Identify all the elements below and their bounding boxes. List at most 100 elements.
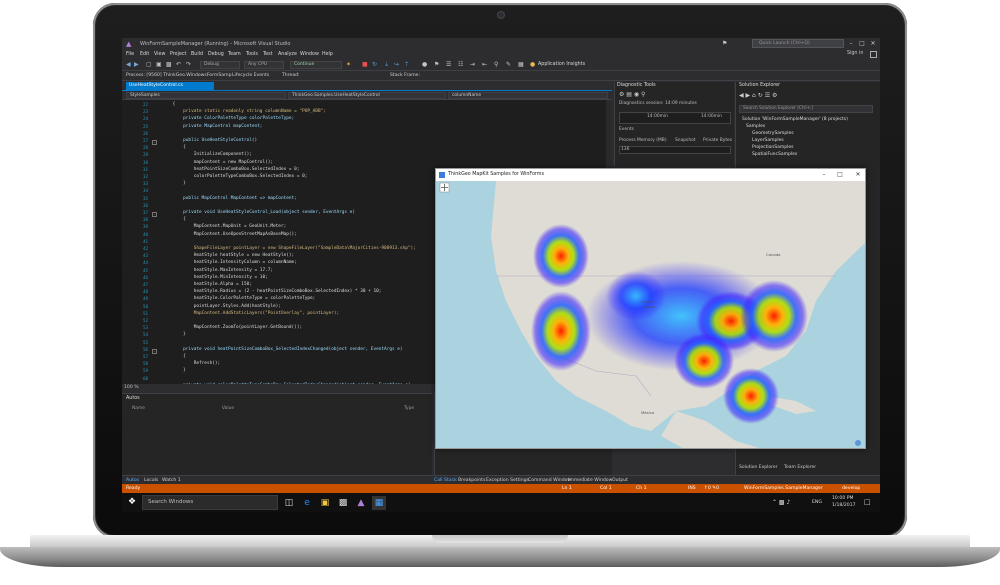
map-minimize-icon[interactable]: – (818, 170, 830, 180)
configuration-select[interactable]: Debug (200, 61, 240, 69)
heat-map-svg[interactable]: United States México Canada (436, 181, 866, 449)
step-over-icon[interactable]: ↪ (394, 61, 399, 69)
member-nav-select[interactable]: columnName (448, 92, 608, 99)
open-folder-icon[interactable]: ▣ (156, 61, 162, 69)
quick-launch-input[interactable]: Quick Launch (Ctrl+Q) (752, 39, 844, 48)
fold-toggle-icon[interactable]: - (152, 140, 157, 145)
menu-team[interactable]: Team (228, 50, 241, 59)
code-line[interactable]: heatStyle.ColorPaletteType = colorPalett… (162, 295, 316, 302)
code-line[interactable]: private MapControl mapContent; (162, 123, 262, 130)
tab-team-explorer[interactable]: Team Explorer (784, 464, 816, 472)
step-out-icon[interactable]: ⇡ (404, 61, 409, 69)
windows-start-icon[interactable]: ❖ (128, 497, 138, 507)
back-icon[interactable]: ◀ (126, 61, 131, 69)
map-sample-taskbar-icon[interactable]: ▦ (372, 496, 386, 510)
bookmark-icon[interactable]: ⚑ (434, 61, 439, 69)
code-line[interactable]: } (162, 367, 186, 374)
indent-icon[interactable]: ⇥ (470, 61, 475, 69)
tree-item-samples[interactable]: Samples (746, 123, 765, 130)
menu-view[interactable]: View (154, 50, 165, 59)
tree-item-layer[interactable]: LayerSamples (752, 137, 784, 144)
code-line[interactable]: private ColorPaletteType colorPaletteTyp… (162, 115, 294, 122)
visual-studio-taskbar-icon[interactable]: ▲ (354, 496, 368, 510)
code-line[interactable]: } (162, 331, 186, 338)
process-select[interactable]: Process: [9560] ThinkGeo.WindowsFormSamp (126, 72, 232, 80)
code-line[interactable]: Refresh(); (162, 360, 220, 367)
save-icon[interactable]: ▩ (166, 61, 172, 69)
menu-analyze[interactable]: Analyze (278, 50, 297, 59)
autos-column-name[interactable]: Name (132, 406, 145, 411)
task-view-icon[interactable]: ◫ (282, 496, 296, 510)
code-line[interactable]: MapContent.ZoomTo(pointLayer.GetBound())… (162, 324, 302, 331)
code-line[interactable]: private void colorPaletteTypeComboBox_Se… (162, 382, 410, 384)
outdent-icon[interactable]: ⇤ (482, 61, 487, 69)
project-nav-select[interactable]: StyleSamples (126, 92, 286, 99)
sign-in-link[interactable]: Sign in (847, 51, 863, 56)
status-solution[interactable]: WinFormSamples.SampleManager (744, 484, 823, 493)
autos-column-value[interactable]: Value (222, 406, 234, 411)
code-line[interactable]: ShapeFileLayer pointLayer = new ShapeFil… (162, 245, 416, 252)
platform-select[interactable]: Any CPU (244, 61, 284, 69)
menu-build[interactable]: Build (191, 50, 203, 59)
tab-solution-explorer[interactable]: Solution Explorer (739, 464, 778, 472)
account-icon[interactable] (870, 51, 877, 58)
code-line[interactable]: heatStyle.Radius = (2 - heatPointSizeCom… (162, 288, 382, 295)
lifecycle-events-select[interactable]: Lifecycle Events (232, 72, 269, 80)
format-icon[interactable]: ✎ (506, 61, 511, 69)
menu-file[interactable]: File (126, 50, 134, 59)
application-insights-button[interactable]: Application Insights (538, 61, 585, 69)
undo-icon[interactable]: ↶ (176, 61, 181, 69)
minimize-icon[interactable]: – (846, 39, 856, 48)
close-icon[interactable]: ✕ (868, 39, 878, 48)
fold-toggle-icon[interactable]: - (152, 349, 157, 354)
new-file-icon[interactable]: ▢ (146, 61, 152, 69)
find-icon[interactable]: ⚲ (494, 61, 498, 69)
diag-process-memory[interactable]: Process Memory (MB) (619, 138, 667, 143)
menu-debug[interactable]: Debug (208, 50, 224, 59)
fold-toggle-icon[interactable]: - (152, 212, 157, 217)
sol-toolbar-icons[interactable]: ◀ ▶ ⌂ ↻ ☰ ⚙ (739, 92, 777, 99)
restart-icon[interactable]: ↻ (372, 61, 377, 69)
code-line[interactable]: private void heatPointSizeComboBox_Selec… (162, 346, 402, 353)
notification-flag-icon[interactable]: ⚑ (722, 40, 727, 47)
uncomment-icon[interactable]: ☷ (458, 61, 463, 69)
continue-button[interactable]: Continue (290, 61, 342, 69)
code-line[interactable]: colorPaletteTypeComboBox.SelectedIndex =… (162, 173, 308, 180)
diag-toolbar-icons[interactable]: ⚙ ▤ ◉ ⚲ (619, 91, 645, 98)
solution-root[interactable]: Solution 'WinFormSampleManager' (8 proje… (742, 116, 848, 123)
code-line[interactable]: MapContent.AddStaticLayers("PointOverlay… (162, 310, 339, 317)
store-icon[interactable]: ▩ (336, 496, 350, 510)
taskbar-search-input[interactable]: Search Windows (142, 495, 278, 510)
breakpoint-icon[interactable]: ● (422, 61, 427, 69)
solution-search-input[interactable]: Search Solution Explorer (Ctrl+;) (739, 105, 873, 113)
system-tray-icons[interactable]: ⌃ ▩ ♪ (772, 499, 790, 506)
code-line[interactable]: heatStyle.IntensityColumn = columnName; (162, 259, 297, 266)
code-line[interactable]: MapContent.UseOpenStreetMapAsBaseMap(); (162, 231, 297, 238)
code-line[interactable]: { (162, 216, 186, 223)
diag-snapshot[interactable]: Snapshot (675, 138, 696, 143)
autos-column-type[interactable]: Type (404, 406, 414, 411)
app-insights-icon[interactable]: ● (530, 61, 535, 69)
zoom-level[interactable]: 100 % (124, 385, 139, 390)
menu-window[interactable]: Window (300, 50, 319, 59)
edge-browser-icon[interactable]: e (300, 496, 314, 510)
thread-select[interactable]: Thread: (282, 72, 300, 80)
code-line[interactable]: heatStyle.MaxIntensity = 17.7; (162, 267, 273, 274)
code-line[interactable]: private static readonly string columnNam… (162, 108, 326, 115)
map-close-icon[interactable]: ✕ (852, 170, 864, 180)
stack-frame-select[interactable]: Stack Frame: (390, 72, 420, 80)
code-line[interactable]: mapContent = new MapControl(); (162, 159, 273, 166)
code-line[interactable]: HeatStyle heatStyle = new HeatStyle(); (162, 252, 294, 259)
code-line[interactable]: public UseHeatStyleControl() (162, 137, 257, 144)
forward-icon[interactable]: ▶ (134, 61, 139, 69)
tree-item-geometry[interactable]: GeometrySamples (752, 130, 794, 137)
code-line[interactable]: heatPointSizeComboBox.SelectedIndex = 0; (162, 166, 300, 173)
status-arrows-icon[interactable]: ↑0 ✎0 (704, 484, 719, 493)
class-nav-select[interactable]: ThinkGeo.Samples.UseHeatStyleControl (288, 92, 446, 99)
code-line[interactable]: private void UseHeatStyleControl_Load(ob… (162, 209, 355, 216)
code-line[interactable]: { (162, 144, 186, 151)
stop-debug-icon[interactable]: ■ (362, 61, 368, 69)
code-line[interactable]: MapContent.MapUnit = GeoUnit.Meter; (162, 223, 287, 230)
tree-item-projection[interactable]: ProjectionSamples (752, 144, 793, 151)
status-branch[interactable]: develop (842, 484, 860, 493)
